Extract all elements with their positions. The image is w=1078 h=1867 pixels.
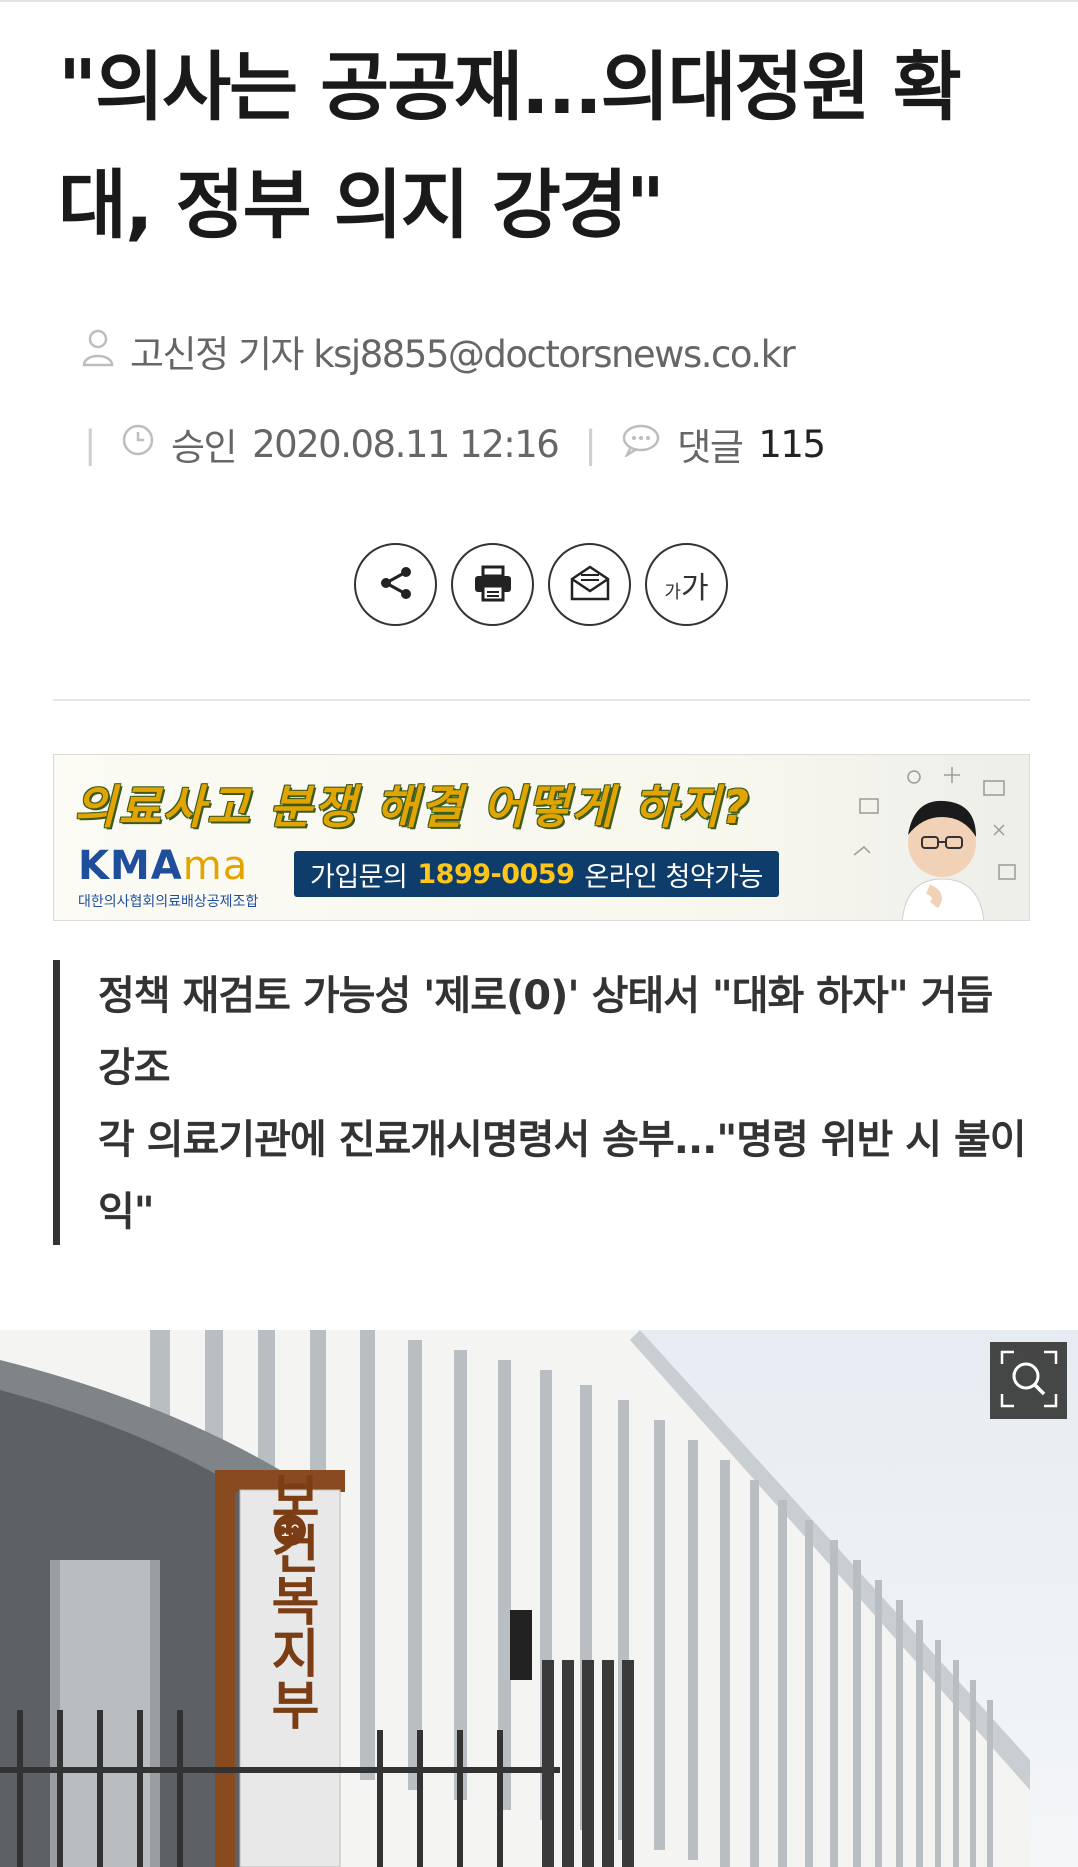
share-icon [376, 563, 416, 607]
meta-divider: | [584, 422, 596, 466]
font-size-button[interactable]: 가가 [645, 543, 728, 626]
banner-logo: KMAma [78, 843, 249, 889]
article-toolbar: 가가 [354, 543, 728, 626]
zoom-button[interactable] [990, 1342, 1067, 1419]
ministry-building-image: 10 보건복지부 [0, 1330, 1078, 1867]
byline: 고신정 기자 ksj8855@doctorsnews.co.kr [80, 327, 796, 376]
clock-icon [121, 423, 155, 466]
comments-label[interactable]: 댓글 [677, 417, 744, 471]
article-photo[interactable]: 10 보건복지부 [0, 1330, 1078, 1867]
subtitle-line: 정책 재검토 가능성 '제로(0)' 상태서 "대화 하자" 거듭 강조 [98, 973, 993, 1091]
font-size-icon: 가가 [664, 570, 709, 606]
top-border [0, 0, 1078, 5]
section-divider [53, 699, 1030, 701]
share-button[interactable] [354, 543, 437, 626]
article-title: "의사는 공공재...의대정원 확대, 정부 의지 강경" [58, 43, 962, 249]
email-icon [568, 563, 612, 607]
comment-icon[interactable] [621, 423, 661, 466]
subtitle-line: 각 의료기관에 진료개시명령서 송부..."명령 위반 시 불이익" [98, 1117, 1027, 1235]
banner-contact: 가입문의 1899-0059 온라인 청약가능 [294, 851, 779, 897]
ad-banner[interactable]: 의료사고 분쟁 해결 어떻게 하지? KMAma 대한의사협회의료배상공제조합 … [53, 754, 1030, 921]
banner-slogan: 의료사고 분쟁 해결 어떻게 하지? [74, 780, 751, 834]
zoom-icon [998, 1348, 1060, 1414]
banner-illustration [853, 767, 1016, 920]
approved-label: 승인 [170, 426, 238, 469]
banner-org-name: 대한의사협회의료배상공제조합 [78, 894, 259, 910]
print-button[interactable] [451, 543, 534, 626]
approved-datetime: 2020.08.11 12:16 [252, 422, 560, 466]
email-button[interactable] [548, 543, 631, 626]
meta-divider: | [84, 422, 96, 466]
comments-count[interactable]: 115 [758, 423, 826, 466]
article-meta: | 승인 2020.08.11 12:16 | 댓글 115 [74, 417, 826, 471]
user-icon [80, 327, 116, 376]
reporter-info[interactable]: 고신정 기자 ksj8855@doctorsnews.co.kr [130, 324, 796, 378]
print-icon [472, 563, 514, 607]
article-subtitle: 정책 재검토 가능성 '제로(0)' 상태서 "대화 하자" 거듭 강조 각 의… [53, 960, 1033, 1245]
sign-text: 보건복지부 [260, 1470, 320, 1730]
